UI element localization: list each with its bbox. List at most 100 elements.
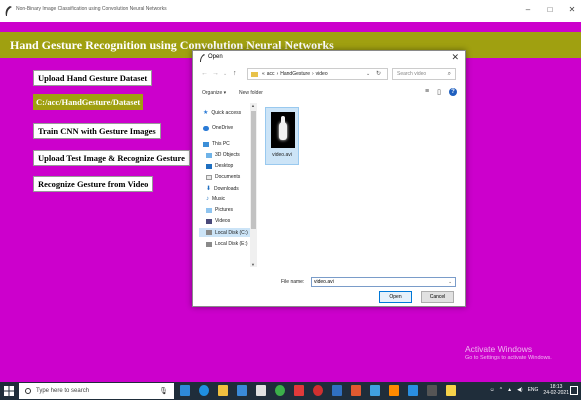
- app-icon[interactable]: [370, 385, 380, 396]
- chevron-up-icon[interactable]: ^: [500, 387, 502, 393]
- cancel-button[interactable]: Cancel: [421, 291, 454, 303]
- nav-item-pictures[interactable]: Pictures: [206, 207, 233, 213]
- desktop-icon: [206, 163, 212, 169]
- scroll-down-icon[interactable]: ▼: [251, 262, 255, 267]
- filename-value: video.avi: [314, 279, 334, 285]
- up-arrow-icon[interactable]: ↑: [233, 70, 237, 77]
- edge-icon[interactable]: [199, 385, 209, 396]
- app-icon[interactable]: [313, 385, 323, 396]
- file-explorer-icon[interactable]: [218, 385, 228, 396]
- app-icon[interactable]: [294, 385, 304, 396]
- feather-icon: [5, 6, 12, 16]
- app-icon[interactable]: [332, 385, 342, 396]
- python-icon[interactable]: [446, 385, 456, 396]
- new-folder-button[interactable]: New folder: [239, 90, 263, 96]
- chevron-down-icon[interactable]: ⌄: [448, 279, 452, 285]
- nav-item-label: Desktop: [215, 163, 234, 169]
- nav-item-3d-objects[interactable]: 3D Objects: [206, 152, 240, 158]
- dialog-toolbar: Organize ▾ New folder ≡ ▯ ?: [193, 88, 465, 100]
- address-dropdown-icon[interactable]: ⌄: [366, 71, 370, 77]
- activate-title: Activate Windows: [465, 344, 533, 354]
- scrollbar-thumb[interactable]: [251, 111, 256, 229]
- app-icon[interactable]: [389, 385, 399, 396]
- navigation-pane: ★ Quick access OneDrive This PC 3D Objec…: [199, 101, 257, 271]
- clock-date: 24-02-2021: [543, 390, 569, 396]
- train-cnn-button[interactable]: Train CNN with Gesture Images: [33, 123, 161, 139]
- taskbar-search[interactable]: Type here to search 🎙: [19, 383, 174, 399]
- window-titlebar: Non-Binary Image Classification using Co…: [0, 0, 581, 22]
- breadcrumb-item[interactable]: video: [316, 71, 328, 77]
- nav-item-local-disk-e[interactable]: Local Disk (E:): [206, 241, 248, 247]
- chrome-icon[interactable]: [275, 385, 285, 396]
- filename-label: File name:: [281, 279, 305, 285]
- nav-item-local-disk-c[interactable]: Local Disk (C:): [199, 228, 255, 237]
- store-icon[interactable]: [237, 385, 247, 396]
- nav-item-label: OneDrive: [212, 125, 234, 131]
- dialog-title: Open: [208, 54, 223, 60]
- disk-icon: [206, 230, 212, 235]
- clock[interactable]: 18:13 24-02-2021: [543, 384, 569, 396]
- back-arrow-icon[interactable]: ←: [201, 70, 208, 77]
- cloud-icon: [203, 125, 209, 131]
- preview-pane-icon[interactable]: ▯: [437, 88, 441, 96]
- taskbar-search-placeholder: Type here to search: [36, 388, 90, 394]
- file-item[interactable]: video.avi: [265, 107, 299, 165]
- star-icon: ★: [203, 110, 209, 116]
- nav-item-label: Music: [212, 196, 226, 202]
- refresh-icon[interactable]: ↻: [376, 70, 381, 77]
- activate-windows-watermark: Activate Windows Go to Settings to activ…: [465, 344, 552, 361]
- open-file-dialog: Open ✕ ← → ⌄ ↑ « acc › HandGesture › vid…: [192, 50, 466, 307]
- close-button[interactable]: ✕: [567, 5, 577, 14]
- nav-item-this-pc[interactable]: This PC: [203, 141, 230, 147]
- filename-row: File name: video.avi ⌄: [193, 277, 465, 289]
- nav-item-desktop[interactable]: Desktop: [206, 163, 233, 169]
- nav-item-label: Local Disk (C:): [215, 229, 248, 236]
- nav-item-music[interactable]: ♪ Music: [206, 196, 225, 202]
- language-indicator[interactable]: ENG: [528, 387, 539, 393]
- windows-start-icon[interactable]: [3, 385, 15, 397]
- volume-icon[interactable]: ◀): [517, 387, 523, 393]
- people-icon[interactable]: ☺: [490, 387, 495, 393]
- nav-item-label: Pictures: [215, 207, 234, 213]
- help-icon[interactable]: ?: [449, 88, 457, 96]
- app-icon[interactable]: [427, 385, 437, 396]
- nav-item-onedrive[interactable]: OneDrive: [203, 125, 233, 131]
- system-tray: ☺ ^ ▲ ◀) ENG 18:13 24-02-2021: [490, 384, 569, 396]
- view-options-icon[interactable]: ≡: [425, 88, 429, 96]
- task-view-icon[interactable]: [180, 385, 190, 396]
- video-icon: [206, 218, 212, 224]
- upload-dataset-button[interactable]: Upload Hand Gesture Dataset: [33, 70, 153, 86]
- organize-menu[interactable]: Organize ▾: [202, 90, 226, 96]
- network-icon[interactable]: ▲: [507, 387, 512, 393]
- open-button[interactable]: Open: [379, 291, 412, 303]
- dialog-close-button[interactable]: ✕: [451, 52, 459, 63]
- breadcrumb-separator: ›: [311, 71, 314, 77]
- search-input[interactable]: Search video ⌕: [392, 68, 456, 80]
- microphone-icon[interactable]: 🎙: [159, 387, 168, 395]
- nav-item-label: Documents: [215, 174, 241, 180]
- app-icon[interactable]: [351, 385, 361, 396]
- chevron-down-icon[interactable]: ⌄: [223, 71, 227, 77]
- filename-input[interactable]: video.avi ⌄: [311, 277, 456, 287]
- forward-arrow-icon[interactable]: →: [212, 70, 219, 77]
- nav-item-quick-access[interactable]: ★ Quick access: [203, 109, 241, 117]
- minimize-button[interactable]: –: [523, 5, 533, 14]
- nav-item-videos[interactable]: Videos: [206, 218, 230, 224]
- recognize-video-button[interactable]: Recognize Gesture from Video: [33, 176, 154, 192]
- breadcrumb-separator: ›: [276, 71, 279, 77]
- maximize-button[interactable]: □: [545, 5, 555, 14]
- breadcrumb-item[interactable]: acc: [267, 71, 275, 77]
- nav-item-documents[interactable]: Documents: [206, 174, 240, 180]
- dataset-path-label: C:/acc/HandGesture/Dataset: [33, 94, 144, 110]
- nav-scrollbar[interactable]: ▲ ▼: [250, 103, 257, 267]
- nav-item-downloads[interactable]: ⬇ Downloads: [206, 185, 239, 193]
- feather-icon: [200, 54, 205, 62]
- breadcrumb-item[interactable]: HandGesture: [280, 71, 310, 77]
- upload-test-image-button[interactable]: Upload Test Image & Recognize Gesture: [33, 150, 190, 166]
- app-icon[interactable]: [408, 385, 418, 396]
- disk-icon: [206, 241, 212, 247]
- notification-icon[interactable]: [570, 386, 578, 395]
- scroll-up-icon[interactable]: ▲: [251, 103, 255, 108]
- computer-icon: [203, 141, 209, 147]
- mail-icon[interactable]: [256, 385, 266, 396]
